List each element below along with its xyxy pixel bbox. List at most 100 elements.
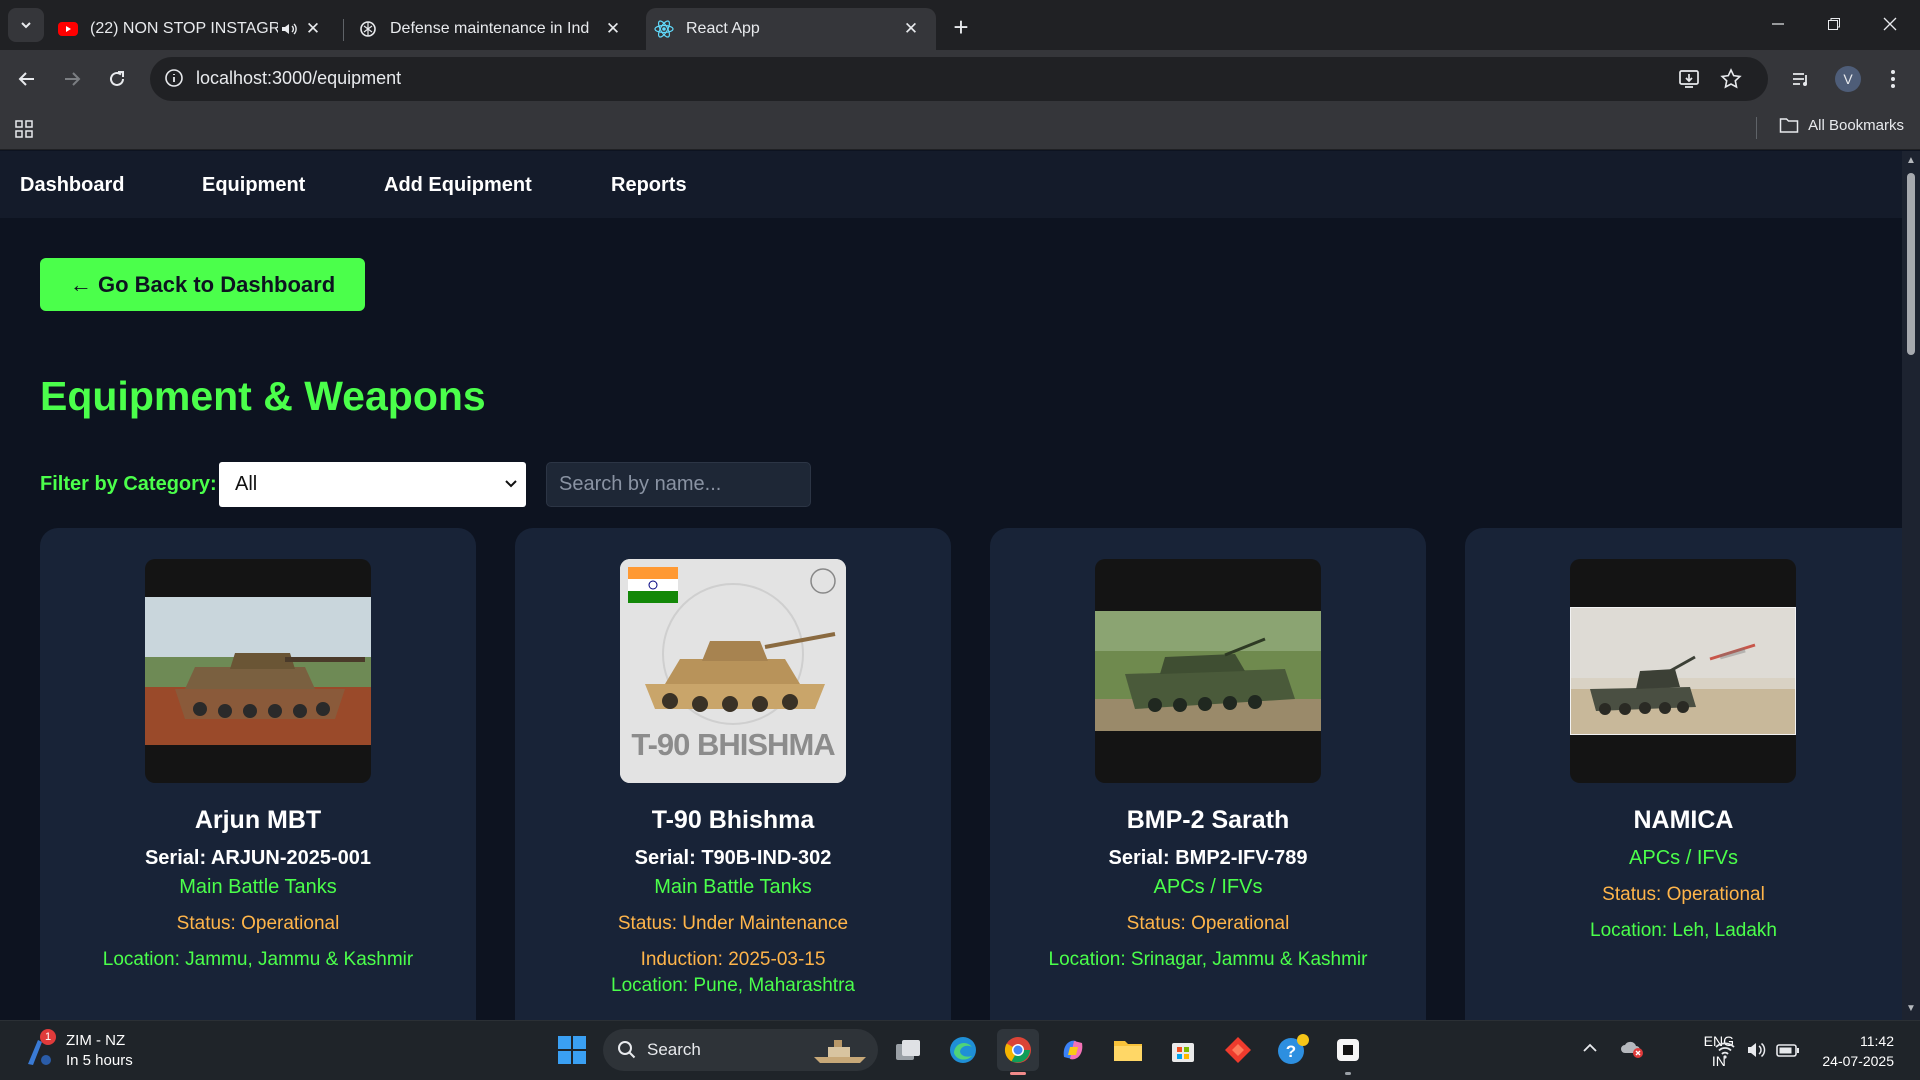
nav-reports[interactable]: Reports	[611, 174, 687, 197]
equipment-status: Status: Operational	[1602, 884, 1765, 905]
windows-taskbar: 1 ZIM - NZ In 5 hours Search ? ENG IN 11…	[0, 1020, 1920, 1080]
help-button[interactable]: ?	[1272, 1029, 1314, 1071]
equipment-card[interactable]: Arjun MBT Serial: ARJUN-2025-001 Main Ba…	[40, 528, 476, 1020]
tab-defense[interactable]: Defense maintenance in India ✕	[358, 8, 638, 50]
apps-grid-icon[interactable]	[14, 119, 34, 139]
equipment-card[interactable]: T-90 BHISHMA T-90 Bhishma Serial: T90B-I…	[515, 528, 951, 1020]
restore-button[interactable]	[1806, 0, 1862, 48]
battery-icon	[1776, 1044, 1799, 1057]
close-icon	[1883, 17, 1897, 31]
chevron-down-icon	[21, 22, 31, 29]
quick-settings-button[interactable]	[1714, 1040, 1800, 1060]
show-hidden-icons-button[interactable]	[1582, 1041, 1598, 1053]
close-window-button[interactable]	[1862, 0, 1918, 48]
equipment-category: Main Battle Tanks	[179, 876, 337, 898]
tab-react-app[interactable]: React App ✕	[646, 8, 936, 50]
chrome-button[interactable]	[997, 1029, 1039, 1075]
equipment-induction: Induction: 2025-03-15	[640, 949, 826, 970]
equipment-card[interactable]: BMP-2 Sarath Serial: BMP2-IFV-789 APCs /…	[990, 528, 1426, 1020]
arrow-left-icon	[18, 72, 34, 86]
active-app-indicator	[1010, 1072, 1026, 1075]
equipment-serial: Serial: BMP2-IFV-789	[1108, 847, 1308, 869]
all-bookmarks-button[interactable]: All Bookmarks	[1779, 116, 1904, 134]
new-tab-button[interactable]: +	[946, 12, 976, 42]
help-icon: ?	[1278, 1034, 1309, 1064]
weather-widget[interactable]: 1 ZIM - NZ In 5 hours	[24, 1029, 133, 1071]
address-bar[interactable]: localhost:3000/equipment	[150, 57, 1768, 101]
taskbar-search[interactable]: Search	[603, 1029, 878, 1071]
openai-icon	[358, 19, 378, 39]
tab-youtube[interactable]: (22) NON STOP INSTAGRAM ✕	[58, 8, 338, 50]
page-title: Equipment & Weapons	[40, 373, 486, 419]
tab-search-button[interactable]	[8, 8, 44, 42]
page-viewport: Dashboard Equipment Add Equipment Report…	[0, 151, 1902, 1020]
filter-label: Filter by Category:	[40, 473, 217, 495]
task-view-icon	[896, 1040, 920, 1060]
category-select[interactable]: All	[219, 462, 526, 507]
search-icon	[618, 1041, 636, 1059]
file-explorer-button[interactable]	[1107, 1029, 1149, 1071]
volume-icon	[1748, 1042, 1766, 1058]
close-tab-icon[interactable]: ✕	[900, 18, 922, 40]
bookmark-star-icon[interactable]	[1720, 68, 1742, 90]
tab-title: React App	[686, 20, 760, 37]
minimize-icon	[1772, 23, 1784, 25]
equipment-name: NAMICA	[1633, 806, 1734, 834]
folder-icon	[1114, 1041, 1142, 1061]
bookmarks-bar: All Bookmarks	[0, 108, 1920, 150]
profile-button[interactable]: V	[1831, 62, 1865, 96]
store-button[interactable]	[1162, 1029, 1204, 1071]
scroll-down-arrow-icon[interactable]: ▼	[1905, 1004, 1917, 1014]
weather-subtitle: In 5 hours	[66, 1052, 133, 1069]
terminal-app-button[interactable]	[1327, 1029, 1369, 1075]
playlist-icon	[1793, 73, 1807, 86]
nav-dashboard[interactable]: Dashboard	[20, 174, 124, 197]
minimize-button[interactable]	[1750, 0, 1806, 48]
more-vertical-icon	[1891, 70, 1895, 88]
arrow-right-icon	[65, 72, 81, 86]
equipment-name: T-90 Bhishma	[651, 806, 815, 834]
search-input[interactable]	[546, 462, 811, 507]
close-tab-icon[interactable]: ✕	[602, 18, 624, 40]
reload-button[interactable]	[100, 62, 134, 96]
site-info-icon[interactable]	[164, 68, 184, 88]
install-app-icon[interactable]	[1678, 68, 1700, 90]
all-bookmarks-label: All Bookmarks	[1808, 116, 1904, 134]
svg-text:?: ?	[1286, 1042, 1296, 1061]
nav-equipment[interactable]: Equipment	[202, 174, 305, 197]
cloud-error-icon	[1621, 1041, 1643, 1058]
page-scrollbar[interactable]: ▲ ▼	[1902, 151, 1920, 1020]
start-button[interactable]	[551, 1029, 593, 1071]
equipment-name: BMP-2 Sarath	[1126, 806, 1290, 834]
system-clock[interactable]: 11:42 24-07-2025	[1822, 1031, 1894, 1071]
task-view-button[interactable]	[887, 1029, 929, 1071]
go-back-dashboard-button[interactable]: ← Go Back to Dashboard	[40, 258, 365, 311]
tab-title: Defense maintenance in India	[390, 20, 590, 37]
equipment-status: Status: Under Maintenance	[617, 913, 849, 934]
url-text[interactable]: localhost:3000/equipment	[196, 68, 401, 89]
youtube-icon	[58, 19, 78, 39]
equipment-image-bmp2	[1095, 559, 1321, 783]
nav-add-equipment[interactable]: Add Equipment	[384, 174, 532, 197]
category-select-value: All	[235, 473, 258, 495]
equipment-location: Location: Leh, Ladakh	[1590, 920, 1777, 941]
equipment-image-namica	[1570, 559, 1796, 783]
copilot-button[interactable]	[1052, 1029, 1094, 1071]
media-control-button[interactable]	[1784, 62, 1818, 96]
speaker-icon[interactable]	[280, 20, 298, 38]
browser-menu-button[interactable]	[1876, 62, 1910, 96]
onedrive-status-button[interactable]	[1620, 1039, 1644, 1059]
equipment-card[interactable]: NAMICA APCs / IFVs Status: Operational L…	[1465, 528, 1902, 1020]
weather-title: ZIM - NZ	[66, 1032, 126, 1049]
scrollbar-thumb[interactable]	[1907, 173, 1915, 355]
clock-date: 24-07-2025	[1822, 1053, 1894, 1069]
running-app-indicator	[1345, 1072, 1351, 1075]
anydesk-button[interactable]	[1217, 1029, 1259, 1071]
scroll-up-arrow-icon[interactable]: ▲	[1905, 156, 1917, 166]
browser-tab-strip: (22) NON STOP INSTAGRAM ✕ Defense mainte…	[0, 0, 1920, 50]
back-button[interactable]	[10, 62, 44, 96]
forward-button[interactable]	[55, 62, 89, 96]
close-tab-icon[interactable]: ✕	[302, 18, 324, 40]
browser-toolbar: localhost:3000/equipment V	[0, 50, 1920, 108]
edge-button[interactable]	[942, 1029, 984, 1071]
